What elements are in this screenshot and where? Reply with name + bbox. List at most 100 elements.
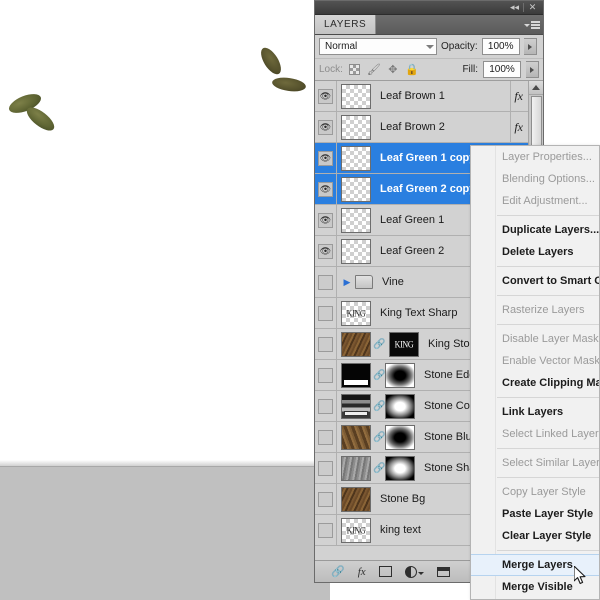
- layer-visibility-toggle[interactable]: [315, 515, 337, 545]
- context-menu-item: Disable Layer Mask: [502, 333, 599, 345]
- layer-visibility-toggle[interactable]: 👁: [315, 143, 337, 173]
- context-menu-item[interactable]: Clear Layer Style: [471, 525, 599, 547]
- context-menu-item[interactable]: Create Clipping Mask: [471, 372, 599, 394]
- layer-context-menu[interactable]: Layer Properties... Blending Options... Ed…: [470, 145, 600, 600]
- layer-visibility-toggle[interactable]: [315, 298, 337, 328]
- layer-mask-thumbnail[interactable]: KING: [389, 331, 419, 357]
- panel-menu-caret-icon: [524, 24, 530, 27]
- lock-row: Lock: 🖌 ✥ 🔒 Fill: 100%: [315, 59, 543, 81]
- close-icon[interactable]: ✕: [524, 2, 541, 14]
- layer-thumbnail[interactable]: [341, 362, 371, 388]
- context-menu-item: Select Linked Layers: [502, 428, 600, 440]
- layer-row[interactable]: 👁 Leaf Brown 2 fx: [315, 112, 543, 143]
- panel-titlebar[interactable]: ◂◂ ✕: [315, 1, 543, 15]
- eye-icon: 👁: [319, 183, 332, 194]
- context-menu-separator: [497, 266, 599, 267]
- context-menu-item[interactable]: Paste Layer Style: [471, 503, 599, 525]
- blend-mode-row: Normal Opacity: 100%: [315, 35, 543, 59]
- layer-thumbnail[interactable]: [341, 393, 371, 419]
- fill-label: Fill:: [462, 64, 478, 75]
- layer-name: Leaf Brown 1: [380, 90, 445, 102]
- add-layer-style-fx-icon[interactable]: fx: [358, 566, 366, 578]
- layer-thumbnail[interactable]: [341, 424, 371, 450]
- layer-visibility-toggle[interactable]: [315, 360, 337, 390]
- fill-input[interactable]: 100%: [483, 61, 521, 78]
- layer-visibility-toggle[interactable]: 👁: [315, 236, 337, 266]
- context-menu-separator: [497, 397, 599, 398]
- opacity-value: 100%: [487, 41, 514, 52]
- new-group-icon[interactable]: [436, 566, 450, 577]
- layer-thumbnail[interactable]: KING: [341, 517, 371, 543]
- context-menu-item: Blending Options...: [502, 173, 595, 185]
- context-menu-item[interactable]: Link Layers: [471, 401, 599, 423]
- layer-thumbnail[interactable]: KING: [341, 300, 371, 326]
- layer-thumbnail[interactable]: [341, 114, 371, 140]
- eye-icon: 👁: [319, 90, 332, 101]
- panel-menu-icon[interactable]: [524, 18, 540, 32]
- lock-transparent-pixels-icon[interactable]: [348, 63, 362, 77]
- layer-effects-fx-icon[interactable]: fx: [514, 120, 523, 135]
- layer-visibility-toggle[interactable]: 👁: [315, 205, 337, 235]
- context-menu-separator: [497, 550, 599, 551]
- layer-visibility-toggle[interactable]: 👁: [315, 112, 337, 142]
- tab-layers[interactable]: LAYERS: [315, 15, 377, 34]
- layer-visibility-toggle[interactable]: [315, 453, 337, 483]
- collapse-double-arrow-icon[interactable]: ◂◂: [506, 2, 523, 14]
- layer-thumbnail[interactable]: [341, 455, 371, 481]
- layer-visibility-toggle[interactable]: [315, 484, 337, 514]
- context-menu-separator: [497, 477, 599, 478]
- layer-thumbnail[interactable]: [341, 238, 371, 264]
- add-layer-mask-icon[interactable]: [378, 566, 392, 577]
- layer-mask-thumbnail[interactable]: [385, 455, 415, 481]
- layer-name: Leaf Green 2: [380, 245, 445, 257]
- lock-image-pixels-brush-icon[interactable]: 🖌: [367, 63, 381, 77]
- new-fill-adjustment-layer-icon[interactable]: [404, 565, 424, 578]
- layer-name: King Text Sharp: [380, 307, 458, 319]
- layer-visibility-toggle[interactable]: [315, 391, 337, 421]
- layer-visibility-toggle[interactable]: [315, 267, 337, 297]
- context-menu-item[interactable]: Delete Layers: [471, 241, 599, 263]
- eye-icon: 👁: [319, 214, 332, 225]
- context-menu-item[interactable]: Convert to Smart Object: [471, 270, 599, 292]
- eye-icon: 👁: [319, 245, 332, 256]
- layer-visibility-toggle[interactable]: [315, 422, 337, 452]
- layer-thumbnail[interactable]: [341, 486, 371, 512]
- layer-thumbnail[interactable]: [341, 176, 371, 202]
- blend-mode-select[interactable]: Normal: [319, 38, 437, 55]
- mask-link-icon[interactable]: 🔗: [373, 401, 385, 412]
- layer-thumbnail[interactable]: [341, 83, 371, 109]
- layer-visibility-toggle[interactable]: [315, 329, 337, 359]
- layer-thumbnail[interactable]: [341, 207, 371, 233]
- layer-row[interactable]: 👁 Leaf Brown 1 fx: [315, 81, 543, 112]
- layer-thumbnail[interactable]: [341, 331, 371, 357]
- layer-visibility-toggle[interactable]: 👁: [315, 174, 337, 204]
- mask-link-icon[interactable]: 🔗: [373, 432, 385, 443]
- folder-icon[interactable]: [355, 275, 373, 289]
- layer-thumbnail[interactable]: [341, 145, 371, 171]
- mask-link-icon[interactable]: 🔗: [373, 463, 385, 474]
- chevron-down-icon: [426, 44, 434, 49]
- layer-name: king text: [380, 524, 421, 536]
- fill-value: 100%: [489, 64, 515, 75]
- layer-mask-thumbnail[interactable]: [385, 424, 415, 450]
- mask-link-icon[interactable]: 🔗: [373, 339, 385, 350]
- opacity-stepper[interactable]: [523, 38, 537, 55]
- fill-stepper[interactable]: [526, 61, 539, 78]
- lock-position-move-icon[interactable]: ✥: [386, 63, 400, 77]
- mask-link-icon[interactable]: 🔗: [373, 370, 385, 381]
- layer-mask-thumbnail[interactable]: [385, 393, 415, 419]
- layer-visibility-toggle[interactable]: 👁: [315, 81, 337, 111]
- tab-layers-label: LAYERS: [324, 19, 367, 30]
- lock-all-padlock-icon[interactable]: 🔒: [405, 63, 419, 77]
- opacity-input[interactable]: 100%: [481, 38, 520, 55]
- lock-label: Lock:: [319, 64, 343, 75]
- context-menu-item: Enable Vector Mask: [502, 355, 600, 367]
- eye-icon: 👁: [319, 152, 332, 163]
- layer-effects-fx-icon[interactable]: fx: [514, 89, 523, 104]
- context-menu-item[interactable]: Duplicate Layers...: [471, 219, 599, 241]
- group-expand-arrow-icon[interactable]: ▶: [341, 277, 353, 288]
- layer-mask-thumbnail[interactable]: [385, 362, 415, 388]
- scroll-up-arrow-icon[interactable]: [529, 81, 543, 95]
- link-layers-icon[interactable]: 🔗: [331, 565, 345, 578]
- context-menu-item: Layer Properties...: [502, 151, 592, 163]
